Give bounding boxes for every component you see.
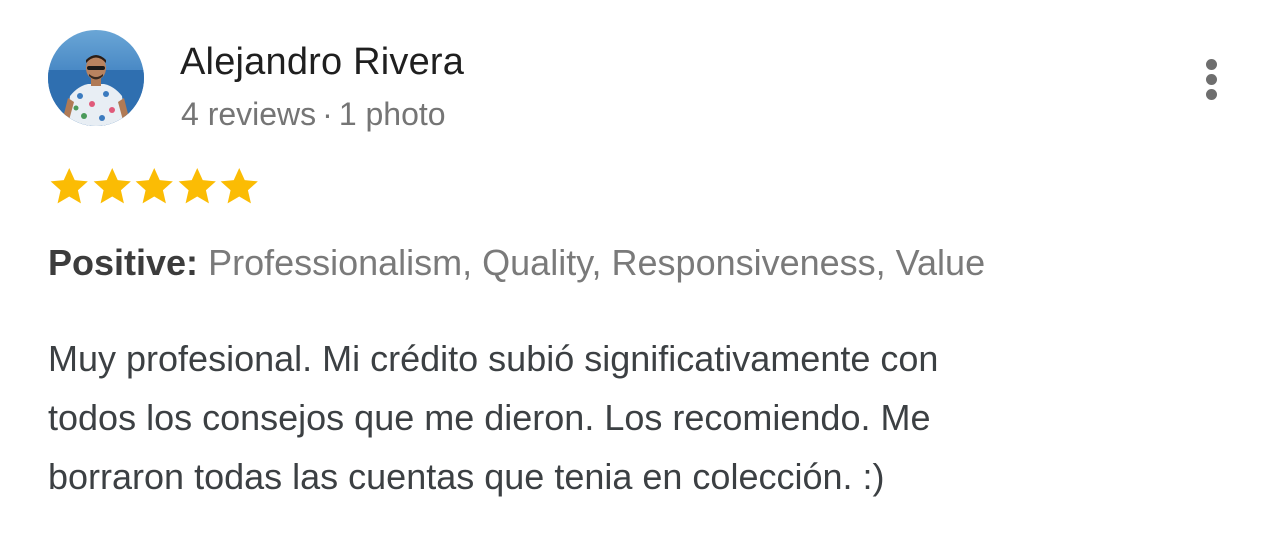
review-text-line: borraron todas las cuentas que tenia en … — [48, 456, 885, 497]
review-text: Muy profesional. Mi crédito subió signif… — [48, 329, 1168, 506]
star-icon — [93, 167, 131, 204]
author-meta: 4 reviews · 1 photo — [181, 94, 446, 134]
more-vert-icon — [1206, 74, 1217, 85]
star-rating — [48, 163, 261, 209]
photos-count: 1 photo — [338, 96, 446, 132]
profile-photo-icon — [48, 30, 144, 126]
reviews-count: 4 reviews — [181, 96, 317, 132]
highlights-label: Positive: — [48, 242, 199, 283]
star-icon — [135, 167, 173, 204]
more-vert-icon — [1206, 89, 1217, 100]
review-text-line: Muy profesional. Mi crédito subió signif… — [48, 338, 939, 379]
star-icon — [220, 167, 258, 204]
avatar[interactable] — [48, 30, 144, 126]
review-highlights: Positive: Professionalism, Quality, Resp… — [48, 240, 985, 286]
review-card: Alejandro Rivera 4 reviews · 1 photo Posit… — [0, 0, 1284, 546]
author-name[interactable]: Alejandro Rivera — [180, 38, 464, 86]
meta-separator: · — [322, 96, 333, 132]
star-icon — [50, 167, 88, 204]
more-vert-icon — [1206, 59, 1217, 70]
star-icon — [178, 167, 216, 204]
more-options-button[interactable] — [1192, 56, 1232, 104]
review-text-line: todos los consejos que me dieron. Los re… — [48, 397, 931, 438]
highlights-values: Professionalism, Quality, Responsiveness… — [208, 242, 986, 283]
